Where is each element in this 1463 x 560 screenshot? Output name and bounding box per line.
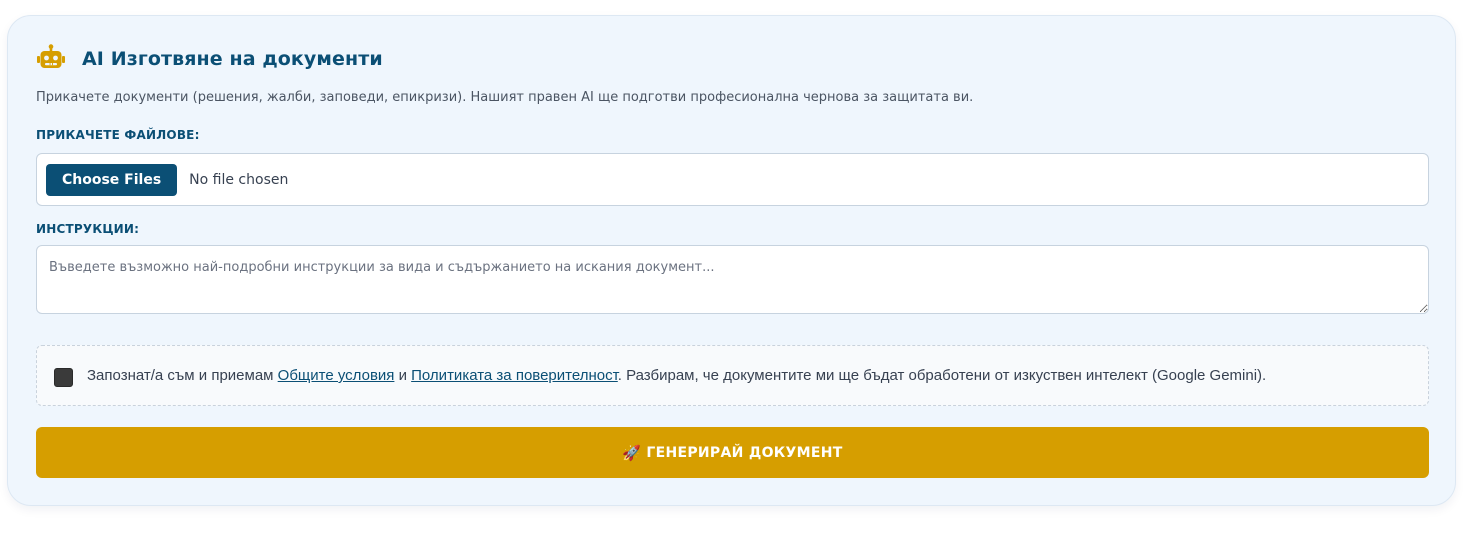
consent-text-after: . Разбирам, че документите ми ще бъдат о… <box>617 367 1267 384</box>
consent-text-before: Запознат/а съм и приемам <box>87 367 278 384</box>
instructions-label: ИНСТРУКЦИИ: <box>36 222 140 236</box>
terms-link[interactable]: Общите условия <box>278 367 395 384</box>
file-status-text: No file chosen <box>189 171 289 188</box>
page-title: AI Изготвяне на документи <box>82 48 383 70</box>
consent-text: Запознат/а съм и приемам Общите условия … <box>87 367 1266 384</box>
robot-icon <box>36 44 66 74</box>
consent-text-and: и <box>394 367 412 384</box>
generate-document-button[interactable]: 🚀 ГЕНЕРИРАЙ ДОКУМЕНТ <box>36 427 1429 478</box>
generate-button-label: ГЕНЕРИРАЙ ДОКУМЕНТ <box>646 444 843 461</box>
consent-box: Запознат/а съм и приемам Общите условия … <box>36 345 1429 406</box>
rocket-icon: 🚀 <box>622 443 642 462</box>
files-label: ПРИКАЧЕТЕ ФАЙЛОВЕ: <box>36 128 200 142</box>
card-header: AI Изготвяне на документи <box>36 44 383 74</box>
page-description: Прикачете документи (решения, жалби, зап… <box>36 90 974 105</box>
consent-checkbox[interactable] <box>54 368 73 387</box>
choose-files-button[interactable]: Choose Files <box>46 163 178 196</box>
instructions-textarea[interactable] <box>36 245 1429 314</box>
ai-document-card: AI Изготвяне на документи Прикачете доку… <box>7 15 1456 506</box>
privacy-link[interactable]: Политиката за поверителност <box>411 367 618 384</box>
file-input[interactable]: Choose Files No file chosen <box>36 153 1429 206</box>
